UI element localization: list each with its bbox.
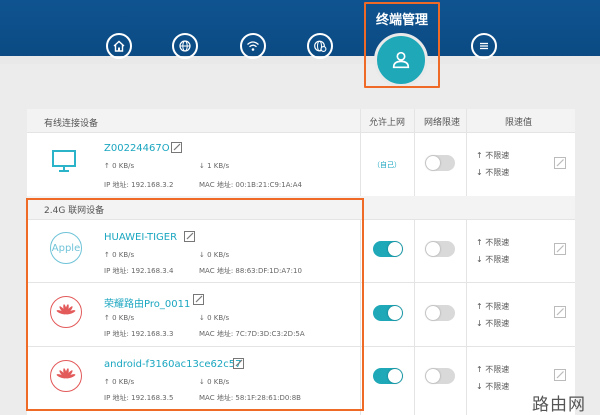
upload-limit-value: ↑ 不限速 — [476, 238, 510, 247]
menu-icon — [480, 42, 488, 50]
nav-advanced-button[interactable] — [307, 33, 333, 59]
speed-limit-toggle[interactable] — [425, 368, 455, 384]
edit-limit-icon[interactable] — [554, 306, 566, 318]
speed-limit-toggle[interactable] — [425, 241, 455, 257]
column-allow-internet: 允许上网 — [369, 117, 406, 128]
speed-limit-toggle[interactable] — [425, 155, 455, 171]
column-limit-value: 限速值 — [505, 117, 533, 128]
column-divider — [414, 109, 415, 196]
speed-limit-toggle[interactable] — [425, 305, 455, 321]
column-divider — [360, 109, 361, 196]
download-limit-value: ↓ 不限速 — [476, 168, 510, 177]
wired-section-header — [27, 109, 575, 133]
download-limit-value: ↓ 不限速 — [476, 319, 510, 328]
download-speed: ↓ 1 KB/s — [199, 162, 230, 170]
edit-limit-icon[interactable] — [554, 369, 566, 381]
upload-limit-value: ↑ 不限速 — [476, 302, 510, 311]
column-speed-limit: 网络限速 — [424, 117, 461, 128]
top-nav-bar — [0, 0, 600, 62]
download-limit-value: ↓ 不限速 — [476, 255, 510, 264]
column-divider — [414, 220, 415, 415]
active-tab-highlight — [364, 2, 440, 88]
nav-home-button[interactable] — [106, 33, 132, 59]
upload-speed: ↑ 0 KB/s — [104, 162, 135, 170]
edit-name-icon[interactable] — [171, 142, 182, 153]
device-row-wired-1 — [50, 149, 78, 173]
ip-address: IP 地址: 192.168.3.2 — [104, 181, 174, 189]
nav-wifi-button[interactable] — [240, 33, 266, 59]
device-name: Z00224467O — [104, 143, 170, 154]
devices-highlight-box — [26, 198, 364, 411]
wired-section-title: 有线连接设备 — [44, 119, 99, 129]
upload-limit-value: ↑ 不限速 — [476, 365, 510, 374]
allow-internet-toggle[interactable] — [373, 305, 403, 321]
self-device-tag: （自己） — [373, 161, 401, 169]
download-limit-value: ↓ 不限速 — [476, 382, 510, 391]
nav-internet-button[interactable] — [172, 33, 198, 59]
nav-more-button[interactable] — [471, 33, 497, 59]
allow-internet-toggle[interactable] — [373, 241, 403, 257]
edit-limit-icon[interactable] — [554, 157, 566, 169]
mac-address: MAC 地址: 00:1B:21:C9:1A:A4 — [199, 181, 302, 189]
wifi-icon — [247, 41, 259, 51]
column-divider — [466, 220, 467, 415]
globe-settings-icon — [314, 40, 327, 52]
nav-bar-bottom-strip — [0, 56, 600, 64]
monitor-icon — [52, 150, 76, 172]
upload-limit-value: ↑ 不限速 — [476, 151, 510, 160]
column-divider — [466, 109, 467, 196]
globe-icon — [179, 40, 191, 52]
watermark-text: 路由网 — [532, 395, 586, 415]
edit-limit-icon[interactable] — [554, 243, 566, 255]
home-icon — [113, 40, 125, 52]
allow-internet-toggle[interactable] — [373, 368, 403, 384]
